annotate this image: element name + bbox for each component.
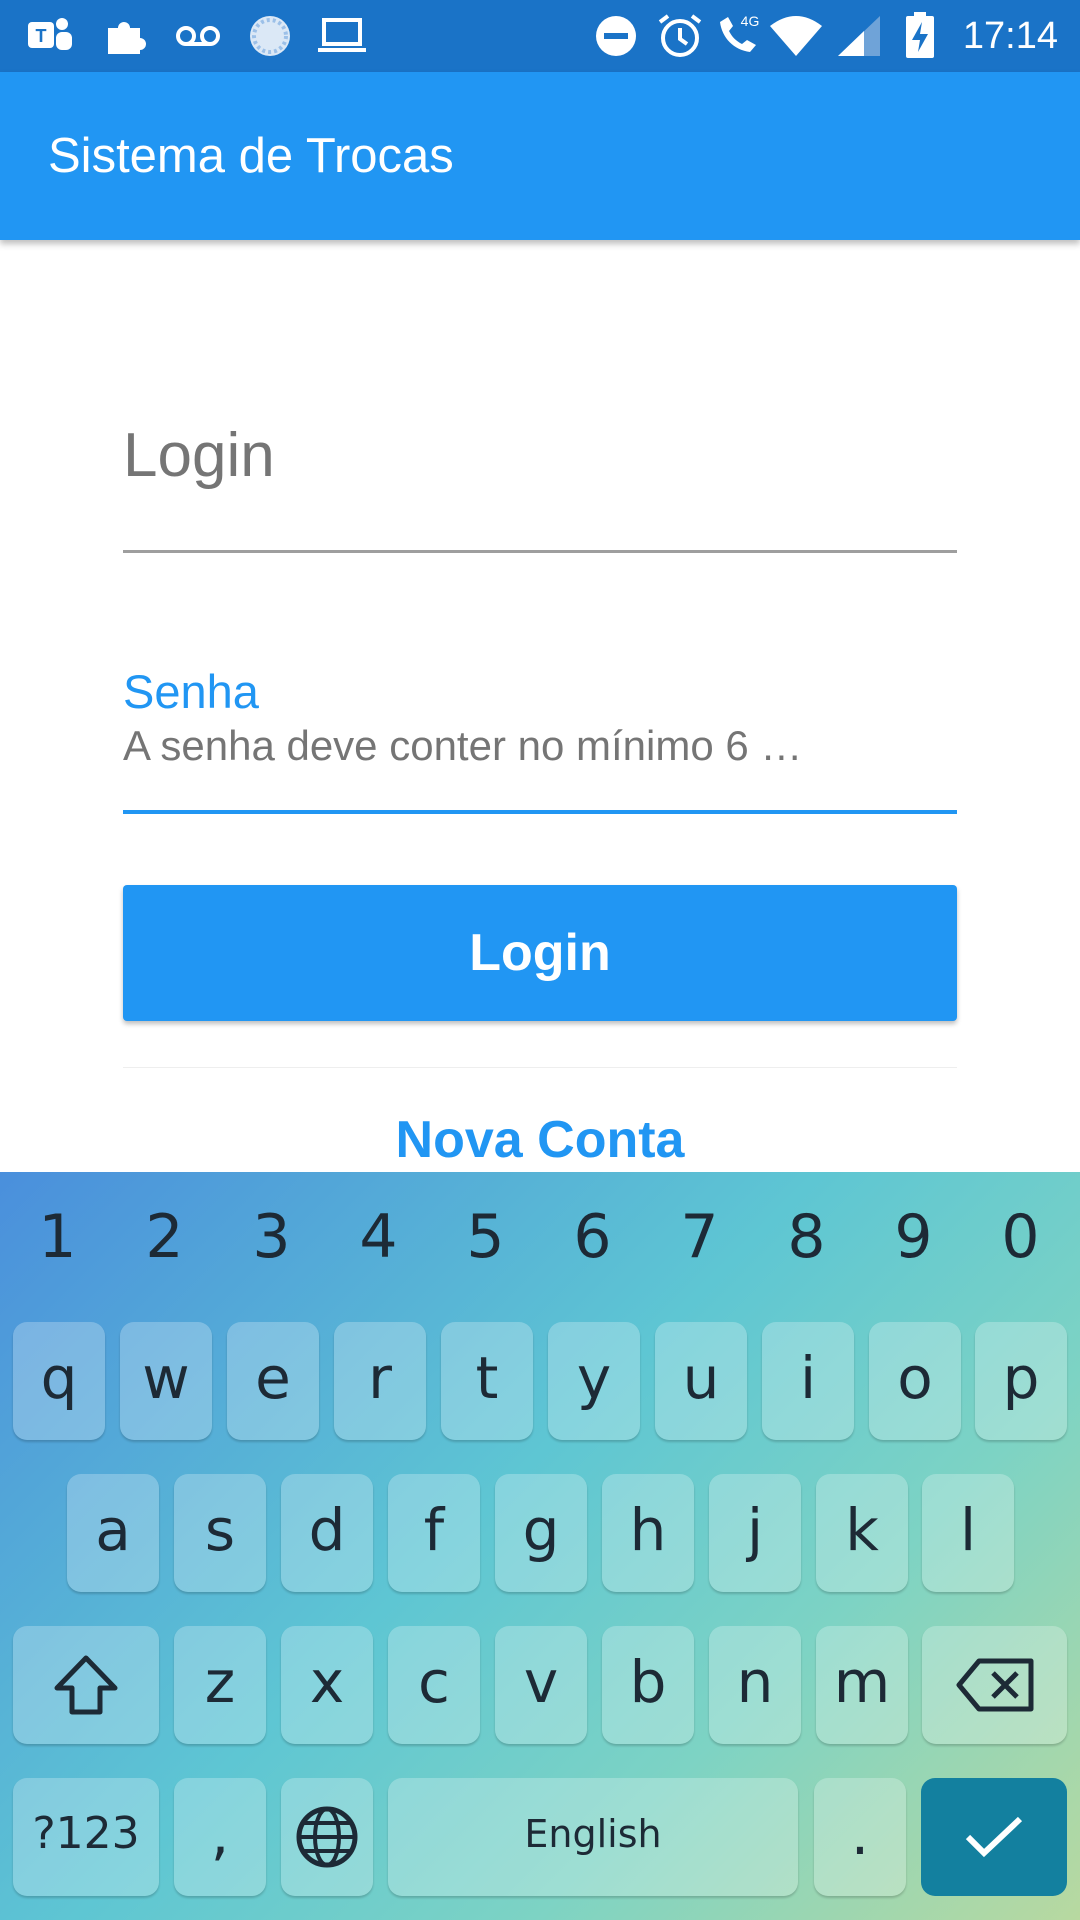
- password-label: Senha: [123, 665, 259, 718]
- key-u[interactable]: u: [655, 1322, 747, 1440]
- key-3[interactable]: 3: [218, 1202, 325, 1272]
- status-time: 17:14: [962, 15, 1058, 57]
- key-t[interactable]: t: [441, 1322, 533, 1440]
- voicemail-icon: [172, 10, 224, 62]
- wifi-icon: [768, 10, 824, 62]
- key-b[interactable]: b: [602, 1626, 694, 1744]
- key-m[interactable]: m: [816, 1626, 908, 1744]
- period-key[interactable]: .: [814, 1778, 906, 1896]
- checkmark-icon: [965, 1816, 1023, 1858]
- key-c[interactable]: c: [388, 1626, 480, 1744]
- key-2[interactable]: 2: [111, 1202, 218, 1272]
- new-account-button[interactable]: Nova Conta: [123, 1067, 957, 1188]
- status-bar: T 4G 17:14: [0, 0, 1080, 72]
- key-5[interactable]: 5: [432, 1202, 539, 1272]
- puzzle-icon: [98, 10, 150, 62]
- teams-icon: T: [24, 10, 76, 62]
- key-d[interactable]: d: [281, 1474, 373, 1592]
- network-label: 4G: [741, 13, 760, 29]
- key-s[interactable]: s: [174, 1474, 266, 1592]
- key-x[interactable]: x: [281, 1626, 373, 1744]
- key-z[interactable]: z: [174, 1626, 266, 1744]
- key-8[interactable]: 8: [753, 1202, 860, 1272]
- key-y[interactable]: y: [548, 1322, 640, 1440]
- key-1[interactable]: 1: [4, 1202, 111, 1272]
- enter-key[interactable]: [921, 1778, 1067, 1896]
- password-field[interactable]: Senha A senha deve conter no mínimo 6 …: [123, 650, 957, 814]
- key-f[interactable]: f: [388, 1474, 480, 1592]
- key-7[interactable]: 7: [646, 1202, 753, 1272]
- space-key[interactable]: English: [388, 1778, 798, 1896]
- key-6[interactable]: 6: [539, 1202, 646, 1272]
- key-9[interactable]: 9: [860, 1202, 967, 1272]
- key-w[interactable]: w: [120, 1322, 212, 1440]
- shift-key[interactable]: [13, 1626, 159, 1744]
- call-4g-icon: 4G: [712, 10, 764, 62]
- laptop-icon: [316, 10, 368, 62]
- loading-icon: [244, 10, 296, 62]
- password-hint: A senha deve conter no mínimo 6 …: [123, 722, 803, 769]
- key-l[interactable]: l: [922, 1474, 1014, 1592]
- login-field[interactable]: Login: [123, 380, 957, 553]
- key-v[interactable]: v: [495, 1626, 587, 1744]
- battery-charging-icon: [898, 10, 942, 62]
- alarm-icon: [654, 10, 706, 62]
- key-h[interactable]: h: [602, 1474, 694, 1592]
- key-r[interactable]: r: [334, 1322, 426, 1440]
- svg-text:T: T: [36, 26, 47, 46]
- key-4[interactable]: 4: [325, 1202, 432, 1272]
- key-e[interactable]: e: [227, 1322, 319, 1440]
- key-i[interactable]: i: [762, 1322, 854, 1440]
- globe-icon: [296, 1806, 358, 1868]
- key-g[interactable]: g: [495, 1474, 587, 1592]
- backspace-key[interactable]: [922, 1626, 1067, 1744]
- new-account-label: Nova Conta: [395, 1111, 685, 1169]
- key-k[interactable]: k: [816, 1474, 908, 1592]
- login-placeholder: Login: [123, 421, 275, 490]
- key-j[interactable]: j: [709, 1474, 801, 1592]
- app-bar: Sistema de Trocas: [0, 72, 1080, 240]
- key-a[interactable]: a: [67, 1474, 159, 1592]
- key-n[interactable]: n: [709, 1626, 801, 1744]
- soft-keyboard: 1 2 3 4 5 6 7 8 9 0 q w e r t y u i o p …: [0, 1172, 1080, 1920]
- number-row: 1 2 3 4 5 6 7 8 9 0: [0, 1172, 1080, 1307]
- dnd-icon: [590, 10, 642, 62]
- key-o[interactable]: o: [869, 1322, 961, 1440]
- login-button[interactable]: Login: [123, 885, 957, 1021]
- app-title: Sistema de Trocas: [48, 129, 454, 183]
- key-0[interactable]: 0: [967, 1202, 1074, 1272]
- key-q[interactable]: q: [13, 1322, 105, 1440]
- symbols-key[interactable]: ?123: [13, 1778, 159, 1896]
- key-p[interactable]: p: [975, 1322, 1067, 1440]
- signal-icon: [834, 10, 886, 62]
- comma-key[interactable]: ,: [174, 1778, 266, 1896]
- language-key[interactable]: [281, 1778, 373, 1896]
- backspace-icon: [956, 1658, 1033, 1712]
- shift-icon: [54, 1655, 118, 1715]
